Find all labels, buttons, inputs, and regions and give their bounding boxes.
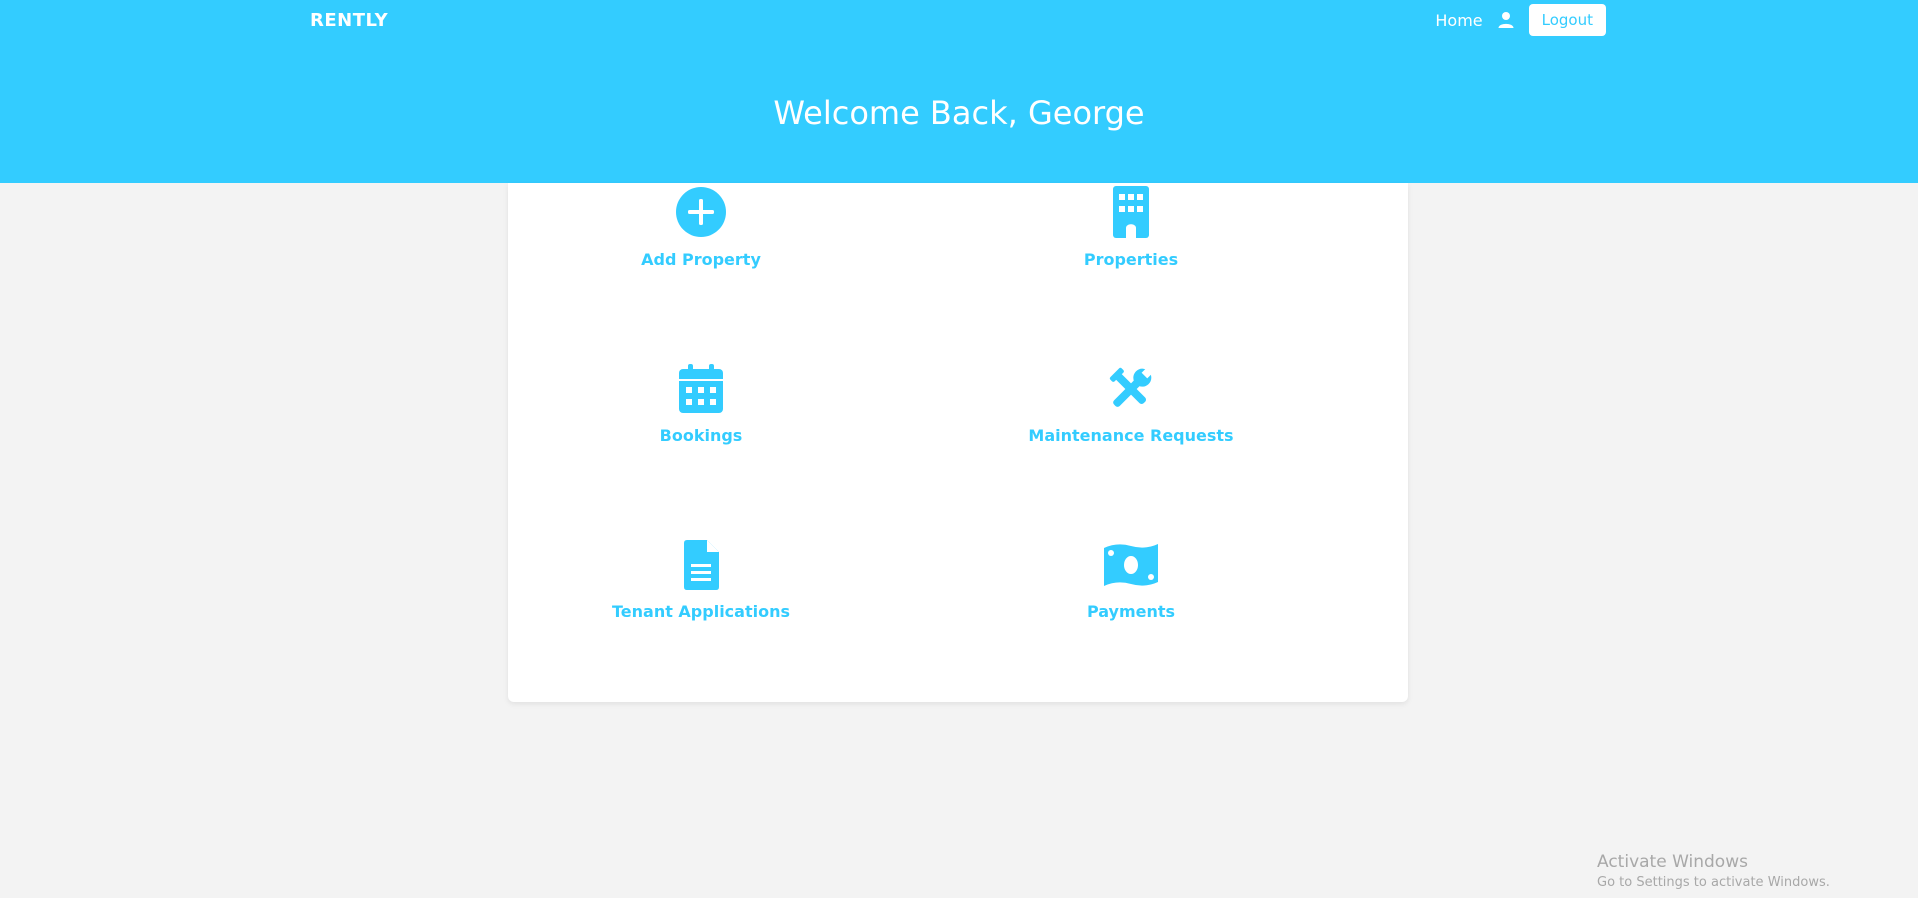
logout-button[interactable]: Logout [1528, 4, 1606, 36]
activation-title: Activate Windows [1597, 852, 1748, 872]
tile-add-property[interactable]: Add Property [551, 186, 851, 269]
activation-subtitle: Go to Settings to activate Windows. [1597, 875, 1830, 890]
windows-activation-watermark: Activate Windows Go to Settings to activ… [1597, 852, 1830, 890]
plus-circle-icon [676, 187, 726, 237]
dashboard-card: Add Property Properties Bookings Mainten… [508, 183, 1408, 702]
tile-properties[interactable]: Properties [981, 186, 1281, 269]
top-nav: Home Logout [1435, 4, 1606, 36]
brand-logo[interactable]: RENTLY [310, 10, 388, 31]
tile-label-add-property: Add Property [641, 250, 761, 269]
tile-label-payments: Payments [1086, 602, 1176, 621]
document-icon [684, 540, 719, 590]
tile-label-bookings: Bookings [659, 426, 743, 445]
tile-tenant-applications[interactable]: Tenant Applications [551, 540, 851, 621]
tile-label-maintenance-requests: Maintenance Requests [1028, 426, 1234, 445]
top-header: RENTLY Home Logout Welcome Back, George [0, 0, 1918, 183]
building-icon [1113, 186, 1149, 238]
tile-label-tenant-applications: Tenant Applications [611, 602, 790, 621]
calendar-icon [679, 364, 723, 413]
tile-maintenance-requests[interactable]: Maintenance Requests [981, 364, 1281, 445]
tile-bookings[interactable]: Bookings [551, 364, 851, 445]
nav-home-link[interactable]: Home [1435, 11, 1482, 30]
welcome-heading: Welcome Back, George [773, 94, 1145, 132]
user-icon[interactable] [1497, 11, 1515, 29]
money-icon [1104, 544, 1158, 586]
tools-icon [1109, 367, 1153, 407]
tile-label-properties: Properties [1083, 250, 1179, 269]
tile-payments[interactable]: Payments [981, 540, 1281, 621]
